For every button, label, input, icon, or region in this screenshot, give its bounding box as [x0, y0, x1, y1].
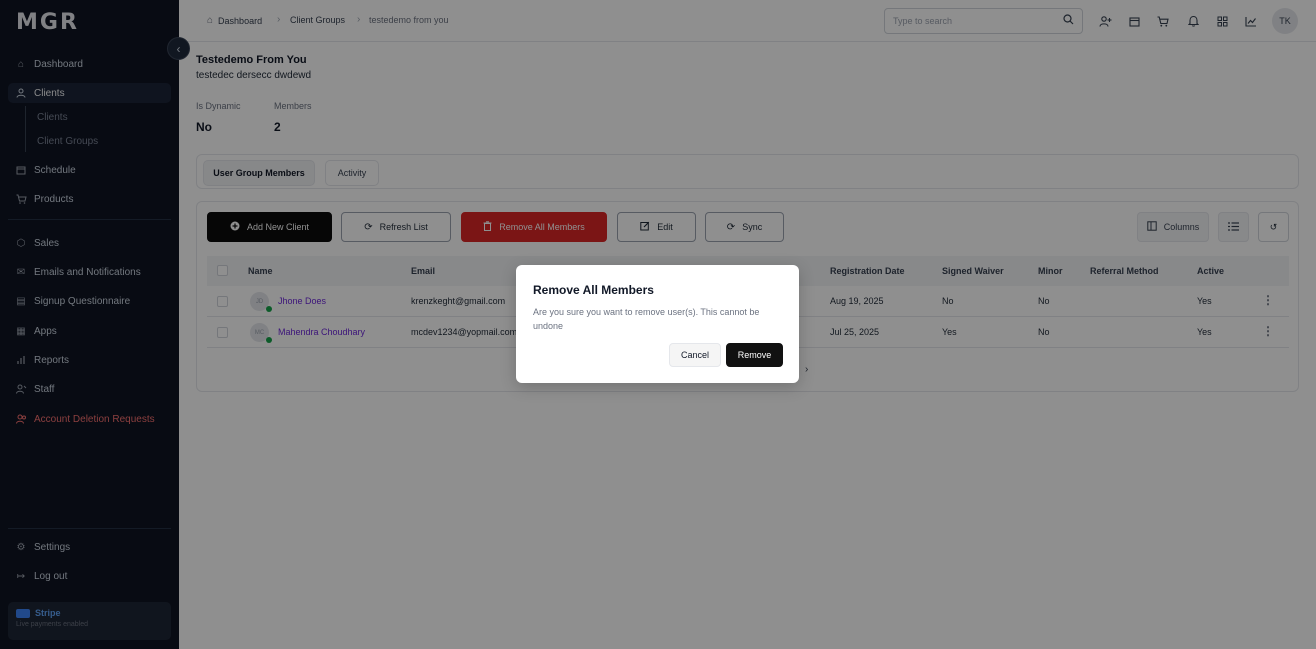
remove-button[interactable]: Remove — [726, 343, 783, 367]
dialog-message: Are you sure you want to remove user(s).… — [533, 307, 760, 331]
confirm-dialog: Remove All Members Are you sure you want… — [516, 265, 799, 383]
dialog-title: Remove All Members — [533, 283, 654, 297]
cancel-button[interactable]: Cancel — [669, 343, 721, 367]
